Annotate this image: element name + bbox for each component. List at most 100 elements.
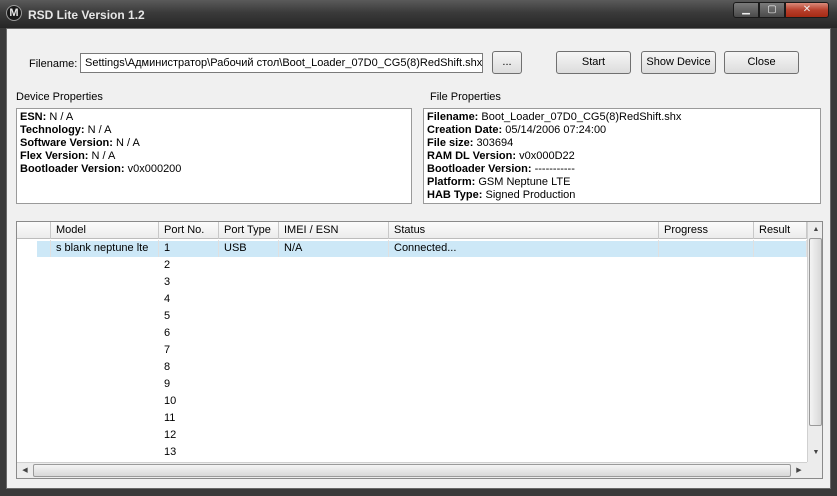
maximize-button[interactable]: ▢ <box>759 2 785 18</box>
property-row: Flex Version: N / A <box>20 150 408 163</box>
column-header[interactable]: Result <box>754 222 807 239</box>
table-cell: 9 <box>164 378 171 390</box>
table-cell <box>51 410 159 427</box>
horizontal-scroll-thumb[interactable] <box>33 464 791 477</box>
table-cell <box>754 240 807 257</box>
vertical-scrollbar[interactable]: ▲ ▼ <box>807 222 822 462</box>
horizontal-scrollbar[interactable]: ◀ ▶ <box>17 462 807 478</box>
property-value: ----------- <box>534 163 575 175</box>
table-cell <box>51 376 159 393</box>
table-cell <box>219 291 279 308</box>
table-cell <box>17 342 51 359</box>
table-row[interactable]: 8 <box>17 359 807 376</box>
minimize-button[interactable]: ▁ <box>733 2 759 18</box>
maximize-icon: ▢ <box>767 4 777 15</box>
property-key: RAM DL Version: <box>427 150 517 162</box>
table-cell <box>219 325 279 342</box>
scroll-left-icon[interactable]: ◀ <box>17 464 33 478</box>
table-cell: s blank neptune lte <box>51 240 159 257</box>
property-key: File size: <box>427 137 474 149</box>
property-row: Filename: Boot_Loader_07D0_CG5(8)RedShif… <box>427 111 817 124</box>
table-cell <box>279 342 389 359</box>
property-value: 303694 <box>476 137 514 149</box>
client-area: Filename: Settings\Администратор\Рабочий… <box>6 28 831 489</box>
show-device-button[interactable]: Show Device <box>641 51 716 74</box>
table-cell <box>659 410 754 427</box>
table-row[interactable]: 5 <box>17 308 807 325</box>
table-cell: 1 <box>159 240 219 257</box>
table-cell <box>17 393 51 410</box>
table-cell <box>389 359 659 376</box>
title-bar[interactable]: M RSD Lite Version 1.2 ▁ ▢ ✕ <box>0 0 837 28</box>
property-value: N / A <box>87 124 112 136</box>
table-cell <box>659 376 754 393</box>
table-row[interactable]: 2 <box>17 257 807 274</box>
table-cell <box>279 444 389 461</box>
table-cell <box>659 274 754 291</box>
close-icon: ✕ <box>802 4 812 15</box>
start-button[interactable]: Start <box>556 51 631 74</box>
table-cell <box>17 274 51 291</box>
table-cell <box>659 291 754 308</box>
file-properties-panel: Filename: Boot_Loader_07D0_CG5(8)RedShif… <box>423 108 821 204</box>
table-cell: Connected... <box>389 240 659 257</box>
scroll-right-icon[interactable]: ▶ <box>791 464 807 478</box>
table-cell <box>659 444 754 461</box>
property-key: HAB Type: <box>427 189 483 201</box>
table-cell <box>389 342 659 359</box>
property-key: Technology: <box>20 124 85 136</box>
table-row[interactable]: 6 <box>17 325 807 342</box>
table-cell <box>754 410 807 427</box>
scroll-down-icon[interactable]: ▼ <box>808 446 822 460</box>
property-value: N / A <box>115 137 140 149</box>
table-cell <box>279 376 389 393</box>
table-cell: 8 <box>164 361 171 373</box>
column-header[interactable]: Progress <box>659 222 754 239</box>
table-cell <box>389 274 659 291</box>
table-row[interactable]: s blank neptune lte 1 USB N/A Connected... <box>17 240 807 257</box>
column-header[interactable]: Model <box>51 222 159 239</box>
table-cell <box>279 359 389 376</box>
table-cell <box>659 342 754 359</box>
table-row[interactable]: 9 <box>17 376 807 393</box>
column-header[interactable] <box>17 222 51 239</box>
property-key: Filename: <box>427 111 479 123</box>
scroll-up-icon[interactable]: ▲ <box>808 223 822 237</box>
table-cell <box>17 325 51 342</box>
table-cell <box>17 427 51 444</box>
table-cell <box>389 393 659 410</box>
column-header[interactable]: Port No. <box>159 222 219 239</box>
filename-input[interactable]: Settings\Администратор\Рабочий стол\Boot… <box>80 53 483 73</box>
table-cell <box>659 325 754 342</box>
property-row: Software Version: N / A <box>20 137 408 150</box>
property-key: Bootloader Version: <box>20 163 125 175</box>
table-cell <box>51 427 159 444</box>
vertical-scroll-thumb[interactable] <box>809 238 822 426</box>
table-row[interactable]: 3 <box>17 274 807 291</box>
table-cell: 11 <box>164 412 176 424</box>
property-value: Signed Production <box>485 189 576 201</box>
column-header[interactable]: IMEI / ESN <box>279 222 389 239</box>
table-cell <box>754 325 807 342</box>
window-close-button[interactable]: ✕ <box>785 2 829 18</box>
table-cell <box>279 308 389 325</box>
table-row[interactable]: 13 <box>17 444 807 461</box>
table-cell <box>659 393 754 410</box>
table-row[interactable]: 12 <box>17 427 807 444</box>
column-header[interactable]: Port Type <box>219 222 279 239</box>
close-button[interactable]: Close <box>724 51 799 74</box>
device-table[interactable]: Model Port No. Port Type IMEI / ESN Status Pr… <box>16 221 823 479</box>
table-cell <box>754 342 807 359</box>
browse-button[interactable]: ... <box>492 51 522 74</box>
table-cell <box>51 308 159 325</box>
table-cell <box>17 240 51 257</box>
table-row[interactable]: 4 <box>17 291 807 308</box>
table-cell <box>279 257 389 274</box>
property-row: Bootloader Version: ----------- <box>427 163 817 176</box>
table-cell <box>51 274 159 291</box>
table-row[interactable]: 11 <box>17 410 807 427</box>
table-row[interactable]: 7 <box>17 342 807 359</box>
column-header[interactable]: Status <box>389 222 659 239</box>
property-row: Technology: N / A <box>20 124 408 137</box>
table-row[interactable]: 10 <box>17 393 807 410</box>
